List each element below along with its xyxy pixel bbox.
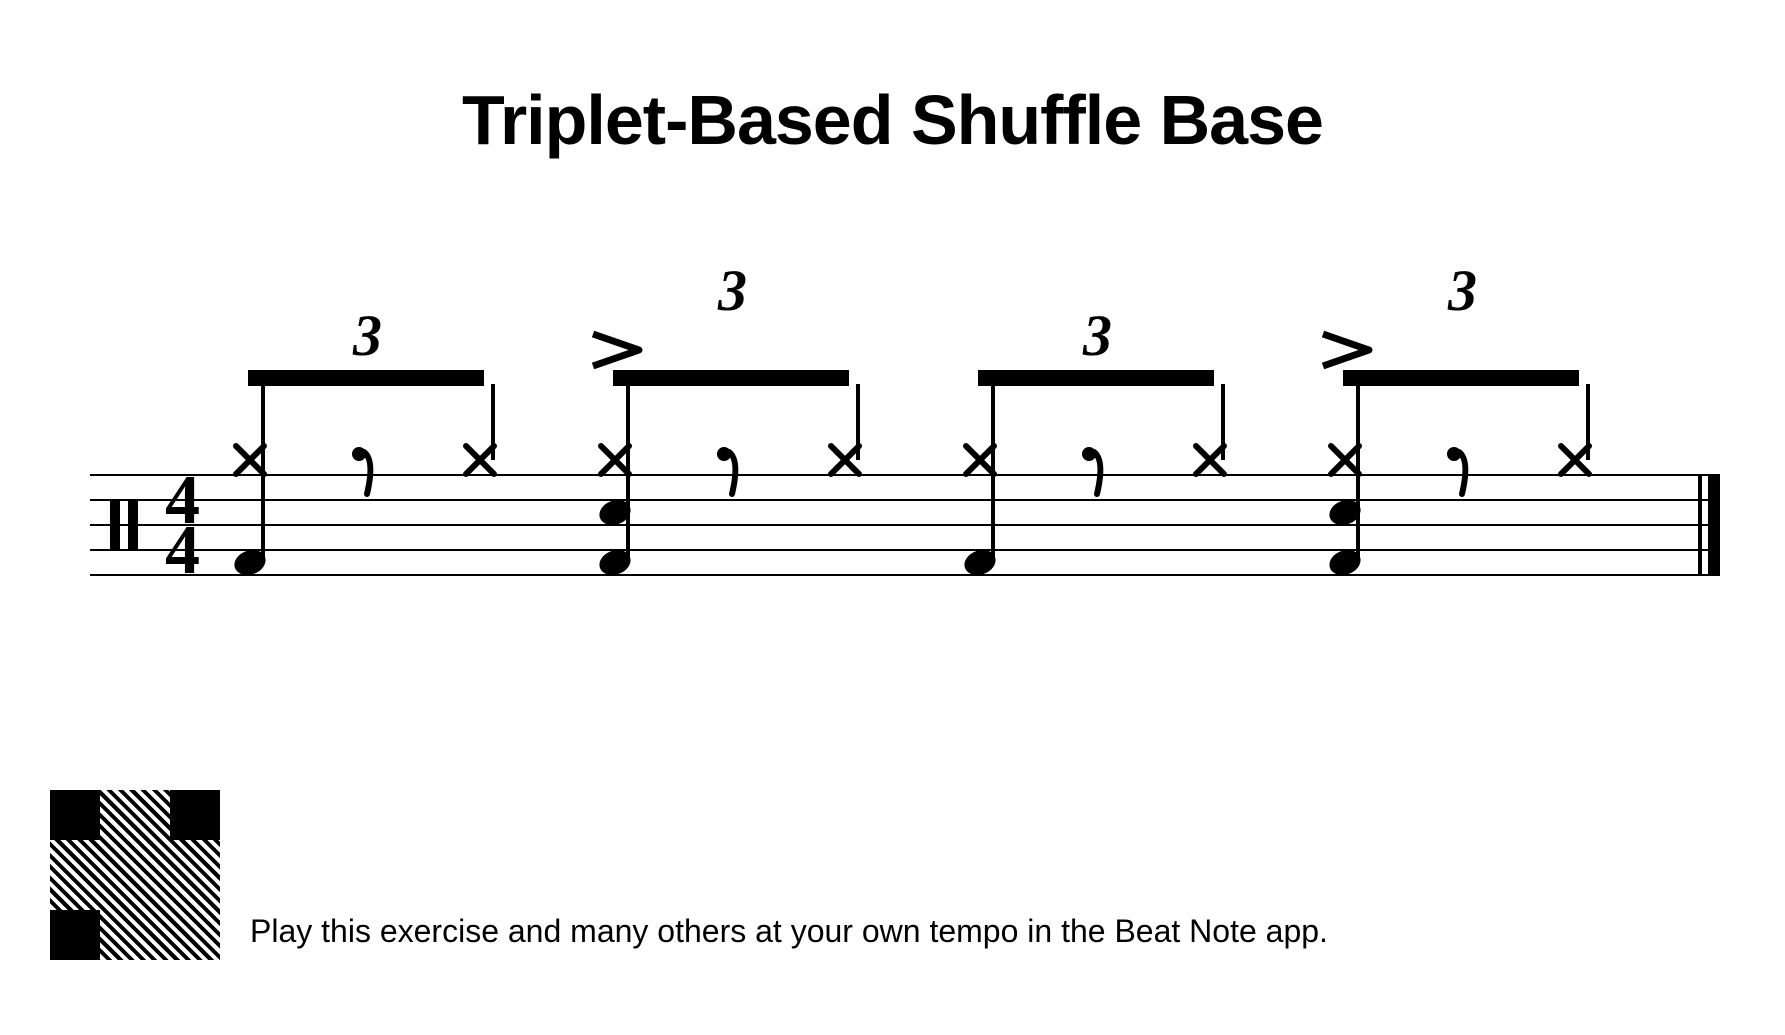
page: Triplet-Based Shuffle Base 443333 Play t… — [0, 0, 1785, 1035]
beam — [1343, 370, 1579, 386]
page-title: Triplet-Based Shuffle Base — [0, 80, 1785, 160]
eighth-rest-icon — [1082, 447, 1100, 494]
eighth-rest-icon — [1447, 447, 1465, 494]
accent-icon — [593, 334, 639, 366]
time-sig-bottom: 4 — [165, 512, 200, 589]
drum-staff: 443333 — [90, 240, 1720, 640]
beam — [978, 370, 1214, 386]
eighth-rest-icon — [717, 447, 735, 494]
tuplet-number: 3 — [1447, 258, 1477, 323]
qr-code — [50, 790, 220, 960]
footer: Play this exercise and many others at yo… — [50, 790, 1328, 960]
footer-text: Play this exercise and many others at yo… — [250, 913, 1328, 960]
tuplet-number: 3 — [1082, 303, 1112, 368]
staff-svg: 443333 — [90, 240, 1720, 640]
beam — [613, 370, 849, 386]
tuplet-number: 3 — [352, 303, 382, 368]
eighth-rest-icon — [352, 447, 370, 494]
accent-icon — [1323, 334, 1369, 366]
tuplet-number: 3 — [717, 258, 747, 323]
beam — [248, 370, 484, 386]
